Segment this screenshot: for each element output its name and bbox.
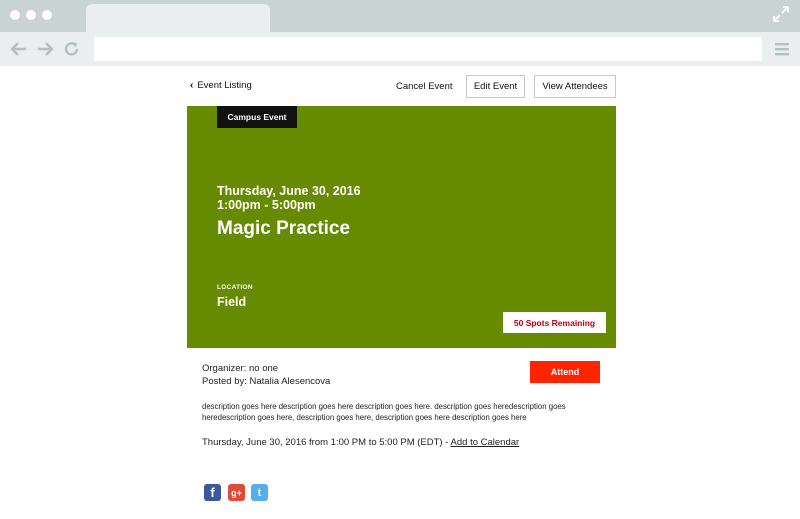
event-listing-link[interactable]: ‹ Event Listing	[190, 80, 252, 91]
twitter-icon[interactable]: t	[251, 484, 268, 501]
cancel-event-button[interactable]: Cancel Event	[396, 81, 453, 92]
facebook-icon[interactable]: f	[204, 484, 221, 501]
location-label: LOCATION	[217, 284, 253, 291]
event-hero: Campus Event Thursday, June 30, 2016 1:0…	[187, 106, 616, 348]
expand-icon[interactable]	[772, 5, 790, 23]
event-location: Field	[217, 295, 247, 309]
hamburger-menu-icon[interactable]	[774, 41, 790, 57]
window-zoom-dot[interactable]	[42, 10, 52, 20]
event-date: Thursday, June 30, 2016	[217, 184, 361, 198]
edit-event-label: Edit Event	[473, 81, 518, 92]
event-title: Magic Practice	[217, 218, 351, 239]
add-to-calendar-link[interactable]: Add to Calendar	[451, 437, 520, 448]
view-attendees-label: View Attendees	[542, 81, 608, 92]
spots-remaining-badge: 50 Spots Remaining	[503, 312, 606, 333]
arrow-right-icon[interactable]	[36, 41, 54, 57]
event-datetime-text: Thursday, June 30, 2016 from 1:00 PM to …	[202, 437, 449, 448]
event-datetime-line: Thursday, June 30, 2016 from 1:00 PM to …	[202, 437, 519, 448]
reload-icon[interactable]	[63, 41, 81, 57]
view-attendees-button[interactable]: View Attendees	[534, 75, 616, 98]
browser-title-bar	[0, 0, 800, 32]
organizer-text: Organizer: no one	[202, 363, 279, 374]
edit-event-button[interactable]: Edit Event	[466, 75, 525, 98]
address-bar[interactable]	[94, 37, 762, 61]
event-time: 1:00pm - 5:00pm	[217, 198, 316, 212]
event-description: description goes here description goes h…	[202, 402, 566, 422]
posted-by-text: Posted by: Natalia Alesencova	[202, 376, 331, 387]
category-tag: Campus Event	[217, 106, 297, 128]
google-plus-icon[interactable]: g+	[228, 484, 245, 501]
arrow-left-icon[interactable]	[10, 41, 28, 57]
chevron-left-icon: ‹	[190, 80, 194, 91]
event-date-time: Thursday, June 30, 2016 1:00pm - 5:00pm	[217, 184, 361, 212]
window-close-dot[interactable]	[10, 10, 20, 20]
window-minimize-dot[interactable]	[26, 10, 36, 20]
attend-button[interactable]: Attend	[530, 361, 600, 383]
browser-tab[interactable]	[86, 4, 270, 32]
event-listing-label: Event Listing	[197, 80, 252, 91]
